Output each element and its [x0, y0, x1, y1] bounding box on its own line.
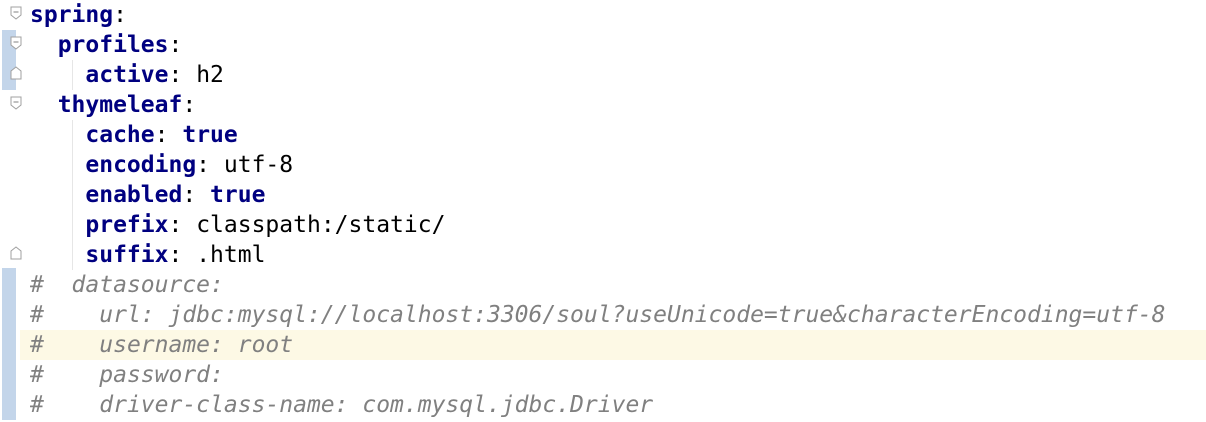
yaml-key: spring: [30, 2, 114, 28]
yaml-key: enabled: [85, 182, 183, 208]
yaml-key: suffix: [85, 242, 169, 268]
yaml-bool-value: true: [168, 122, 238, 148]
yaml-value: utf-8: [210, 152, 294, 178]
comment-line[interactable]: # driver-class-name: com.mysql.jdbc.Driv…: [20, 390, 1206, 420]
comment-text: driver-class-name: com.mysql.jdbc.Driver: [43, 392, 654, 418]
code-line[interactable]: enabled: true: [20, 180, 1206, 210]
editor-gutter: [0, 0, 22, 422]
vcs-change-marker[interactable]: [2, 268, 16, 420]
comment-line[interactable]: # password:: [20, 360, 1206, 390]
code-line[interactable]: prefix: classpath:/static/: [20, 210, 1206, 240]
yaml-key: cache: [85, 122, 155, 148]
code-line[interactable]: cache: true: [20, 120, 1206, 150]
comment-text: url: jdbc:mysql://localhost:3306/soul?us…: [43, 302, 1166, 328]
comment-text: password:: [43, 362, 224, 388]
comment-text: username: root: [43, 332, 294, 358]
code-line[interactable]: spring:: [20, 0, 1206, 30]
yaml-key: active: [85, 62, 169, 88]
yaml-value: classpath:/static/: [182, 212, 446, 238]
yaml-value: h2: [182, 62, 224, 88]
yaml-key: encoding: [85, 152, 197, 178]
yaml-key: profiles: [57, 32, 169, 58]
code-line[interactable]: thymeleaf:: [20, 90, 1206, 120]
code-line[interactable]: suffix: .html: [20, 240, 1206, 270]
comment-line[interactable]: # url: jdbc:mysql://localhost:3306/soul?…: [20, 300, 1206, 330]
code-line[interactable]: encoding: utf-8: [20, 150, 1206, 180]
current-line[interactable]: # username: root: [20, 330, 1206, 360]
code-line[interactable]: active: h2: [20, 60, 1206, 90]
code-line[interactable]: profiles:: [20, 30, 1206, 60]
yaml-key: prefix: [85, 212, 169, 238]
yaml-value: .html: [182, 242, 266, 268]
yaml-key: thymeleaf: [57, 92, 183, 118]
yaml-bool-value: true: [196, 182, 266, 208]
comment-line[interactable]: # datasource:: [20, 270, 1206, 300]
comment-text: datasource:: [43, 272, 224, 298]
